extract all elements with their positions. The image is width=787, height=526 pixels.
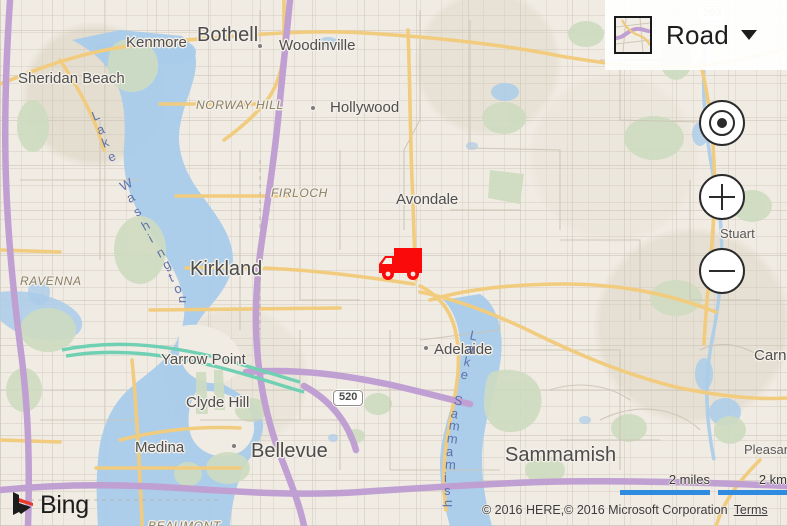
map-label-kenmore: Kenmore [126,34,187,51]
map-label-yarrow-point: Yarrow Point [161,351,246,368]
map-label-woodinville: Woodinville [279,37,356,54]
map-label-beaumont: BEAUMONT [148,519,221,526]
map-type-selector[interactable]: Road [605,0,787,70]
scale-metric-label: 2 km [758,472,787,487]
highway-shield-520: 520 [333,390,364,406]
map-scale-bars: 2 miles 2 km [620,472,787,498]
map-label-kirkland: Kirkland [190,258,263,280]
locate-me-button[interactable] [699,100,745,146]
scale-metric: 2 km [718,472,787,495]
place-dot-bellevue [232,444,236,448]
map-label-firloch: FIRLOCH [271,186,328,200]
map-label-pleasan: Pleasan [744,442,787,457]
map-label-norway-hill: NORWAY HILL [196,98,284,112]
attribution-text: © 2016 HERE,© 2016 Microsoft Corporation [482,503,728,517]
map-label-adelaide: Adelaide [434,341,493,358]
place-dot-adelaide [424,346,428,350]
map-label-stuart: Stuart [720,226,755,241]
minus-icon [709,258,735,284]
bing-logo[interactable]: Bing [8,490,89,520]
road-map-thumbnail-icon [614,16,652,54]
map-label-bothell: Bothell [197,24,259,46]
bing-wordmark: Bing [40,490,89,519]
scale-imperial-label: 2 miles [668,472,710,487]
scale-imperial-bar [620,490,710,495]
map-label-hollywood: Hollywood [330,99,400,116]
place-dot-woodinville [258,44,262,48]
map-type-label: Road [666,19,729,50]
map-label-bellevue: Bellevue [251,440,328,462]
map-attribution: © 2016 HERE,© 2016 Microsoft Corporation… [482,503,768,517]
zoom-out-button[interactable] [699,248,745,294]
map-label-clyde-hill: Clyde Hill [186,394,250,411]
terms-link[interactable]: Terms [734,503,768,517]
zoom-in-button[interactable] [699,174,745,220]
map-label-medina: Medina [135,439,185,456]
locate-target-icon [709,110,735,136]
scale-metric-bar [718,490,787,495]
map-label-avondale: Avondale [396,191,459,208]
place-dot-hollywood [311,106,315,110]
plus-icon [709,184,735,210]
delivery-truck-icon [379,248,422,280]
map-label-sammamish: Sammamish [505,444,617,466]
delivery-truck-marker[interactable] [376,242,424,289]
bing-b-icon [13,492,33,515]
scale-imperial: 2 miles [620,472,710,495]
chevron-down-icon[interactable] [740,30,757,40]
map-label-ravenna: RAVENNA [20,274,82,288]
map-label-carn: Carn [754,347,787,364]
map-label-sheridan-beach: Sheridan Beach [18,70,125,87]
map-canvas[interactable]: Bothell Kirkland Bellevue Sammamish Kenmore… [0,0,787,526]
